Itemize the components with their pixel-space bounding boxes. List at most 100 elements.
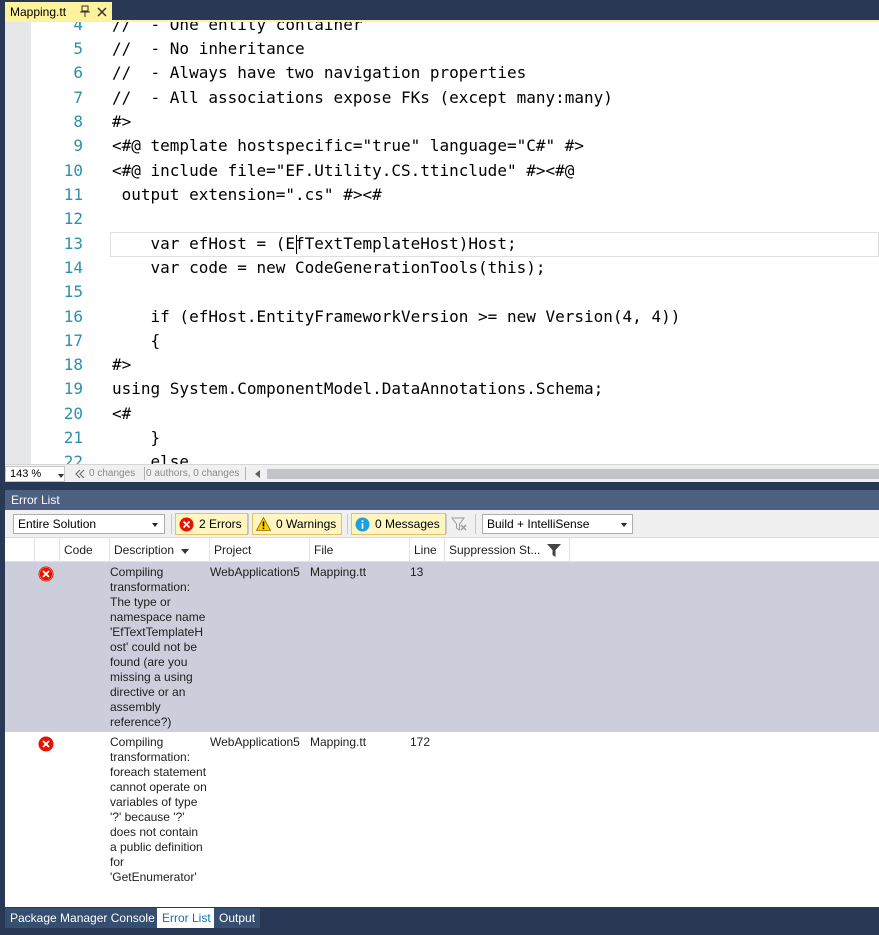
tool-window-tab-strip: Package Manager Console Error List Outpu… [0, 907, 879, 935]
code-line[interactable]: using System.ComponentModel.DataAnnotati… [112, 377, 603, 401]
tab-package-manager-console[interactable]: Package Manager Console [5, 908, 160, 928]
zoom-dropdown[interactable]: 143 % [5, 466, 65, 482]
code-line[interactable]: else [112, 450, 190, 464]
toolbar-separator [475, 514, 476, 534]
warning-icon [256, 517, 271, 531]
code-line[interactable]: <#@ template hostspecific="true" languag… [112, 134, 584, 158]
code-line[interactable]: output extension=".cs" #><# [112, 183, 382, 207]
messages-filter-button[interactable]: 0 Messages [351, 513, 446, 535]
warnings-filter-button[interactable]: 0 Warnings [252, 513, 343, 535]
text-caret [296, 235, 297, 254]
line-number: 22 [63, 452, 83, 464]
zoom-value: 143 % [10, 468, 42, 480]
error-file: Mapping.tt [310, 735, 367, 749]
errors-count-label: 2 Errors [199, 517, 242, 531]
glyph-margin [5, 22, 31, 464]
codelens-changes[interactable]: 0 changes [89, 467, 135, 481]
code-line[interactable]: // - One entity container [112, 22, 362, 37]
ide-window: Mapping.tt 4 5 6 7 8 9 10 11 12 13 14 15… [0, 0, 879, 935]
clear-filter-icon[interactable] [451, 516, 467, 532]
sort-descending-icon [181, 549, 189, 554]
code-line[interactable]: // - Always have two navigation properti… [112, 61, 526, 85]
code-line[interactable]: // - No inheritance [112, 37, 305, 61]
panel-title: Error List [11, 493, 60, 507]
column-header-description[interactable]: Description [110, 538, 210, 562]
error-icon [38, 566, 54, 582]
codelens-collapse-icon[interactable] [75, 469, 85, 479]
code-line[interactable]: var code = new CodeGenerationTools(this)… [112, 256, 546, 280]
chevron-down-icon [58, 474, 64, 478]
error-file: Mapping.tt [310, 565, 367, 579]
line-number: 20 [63, 404, 83, 423]
line-number: 5 [73, 39, 83, 58]
line-number: 18 [63, 355, 83, 374]
line-number: 8 [73, 112, 83, 131]
horizontal-scrollbar[interactable] [267, 469, 879, 479]
messages-count-label: 0 Messages [375, 517, 440, 531]
code-line[interactable]: #> [112, 353, 131, 377]
funnel-icon[interactable] [547, 544, 561, 557]
column-header-code[interactable]: Code [60, 538, 110, 562]
column-header-icon[interactable] [35, 538, 60, 562]
code-line[interactable]: { [112, 329, 161, 353]
line-number: 11 [63, 185, 83, 204]
pin-icon[interactable] [80, 5, 90, 18]
error-list-title-bar[interactable]: Error List [5, 490, 879, 510]
tab-error-list[interactable]: Error List [157, 908, 216, 928]
editor-status-bar: 143 % 0 changes 0 authors, 0 changes [5, 464, 879, 482]
code-line[interactable]: <#@ include file="EF.Utility.CS.ttinclud… [112, 159, 574, 183]
close-icon[interactable] [96, 5, 108, 18]
scope-dropdown[interactable]: Entire Solution [13, 514, 165, 534]
code-line[interactable]: <# [112, 402, 131, 426]
codelens-authors[interactable]: 0 authors, 0 changes [146, 467, 239, 481]
error-description: Compiling transformation: foreach statem… [110, 735, 207, 884]
column-header-severity[interactable] [5, 538, 35, 562]
document-tab-strip: Mapping.tt [0, 0, 879, 22]
line-number: 16 [63, 307, 83, 326]
error-list-toolbar: Entire Solution 2 Errors 0 Warnings 0 Me… [5, 510, 879, 538]
line-number: 7 [73, 88, 83, 107]
code-line[interactable]: } [112, 426, 161, 450]
error-line: 13 [410, 565, 424, 579]
errors-filter-button[interactable]: 2 Errors [175, 513, 248, 535]
line-number: 21 [63, 428, 83, 447]
line-number: 4 [73, 22, 83, 34]
column-header-file[interactable]: File [310, 538, 410, 562]
line-number: 6 [73, 63, 83, 82]
error-icon [179, 517, 194, 531]
error-project: WebApplication5 [210, 565, 300, 579]
document-tab-mapping[interactable]: Mapping.tt [5, 2, 112, 22]
code-editor[interactable]: 4 5 6 7 8 9 10 11 12 13 14 15 16 17 18 1… [5, 22, 879, 464]
error-grid-header: Code Description Project File Line Suppr… [5, 538, 879, 562]
code-line[interactable]: // - All associations expose FKs (except… [112, 86, 613, 110]
codelens-separator [245, 467, 246, 480]
codelens-separator [144, 467, 145, 480]
error-project: WebApplication5 [210, 735, 300, 749]
line-number: 9 [73, 136, 83, 155]
code-line[interactable]: var efHost = (EfTextTemplateHost)Host; [112, 232, 517, 256]
chevron-down-icon [621, 523, 627, 527]
toolbar-separator [347, 514, 348, 534]
info-icon [355, 517, 370, 531]
toolbar-separator [446, 514, 447, 534]
line-number: 10 [63, 161, 83, 180]
build-filter-dropdown[interactable]: Build + IntelliSense [482, 514, 633, 534]
line-number: 17 [63, 331, 83, 350]
table-row[interactable]: Compiling transformation: foreach statem… [5, 732, 879, 907]
column-header-project[interactable]: Project [210, 538, 310, 562]
error-list-panel: Entire Solution 2 Errors 0 Warnings 0 Me… [5, 510, 879, 907]
code-line[interactable]: if (efHost.EntityFrameworkVersion >= new… [112, 305, 681, 329]
scope-value: Entire Solution [18, 517, 97, 531]
tab-output[interactable]: Output [214, 908, 261, 928]
build-filter-value: Build + IntelliSense [487, 517, 590, 531]
toolbar-separator [248, 514, 249, 534]
line-number: 13 [63, 234, 83, 253]
warnings-count-label: 0 Warnings [276, 517, 337, 531]
code-line[interactable]: #> [112, 110, 131, 134]
line-number: 12 [63, 209, 83, 228]
scroll-left-arrow[interactable] [255, 470, 260, 478]
table-row[interactable]: Compiling transformation: The type or na… [5, 562, 879, 732]
error-description: Compiling transformation: The type or na… [110, 565, 206, 729]
document-tab-title: Mapping.tt [10, 5, 67, 19]
column-header-line[interactable]: Line [410, 538, 445, 562]
